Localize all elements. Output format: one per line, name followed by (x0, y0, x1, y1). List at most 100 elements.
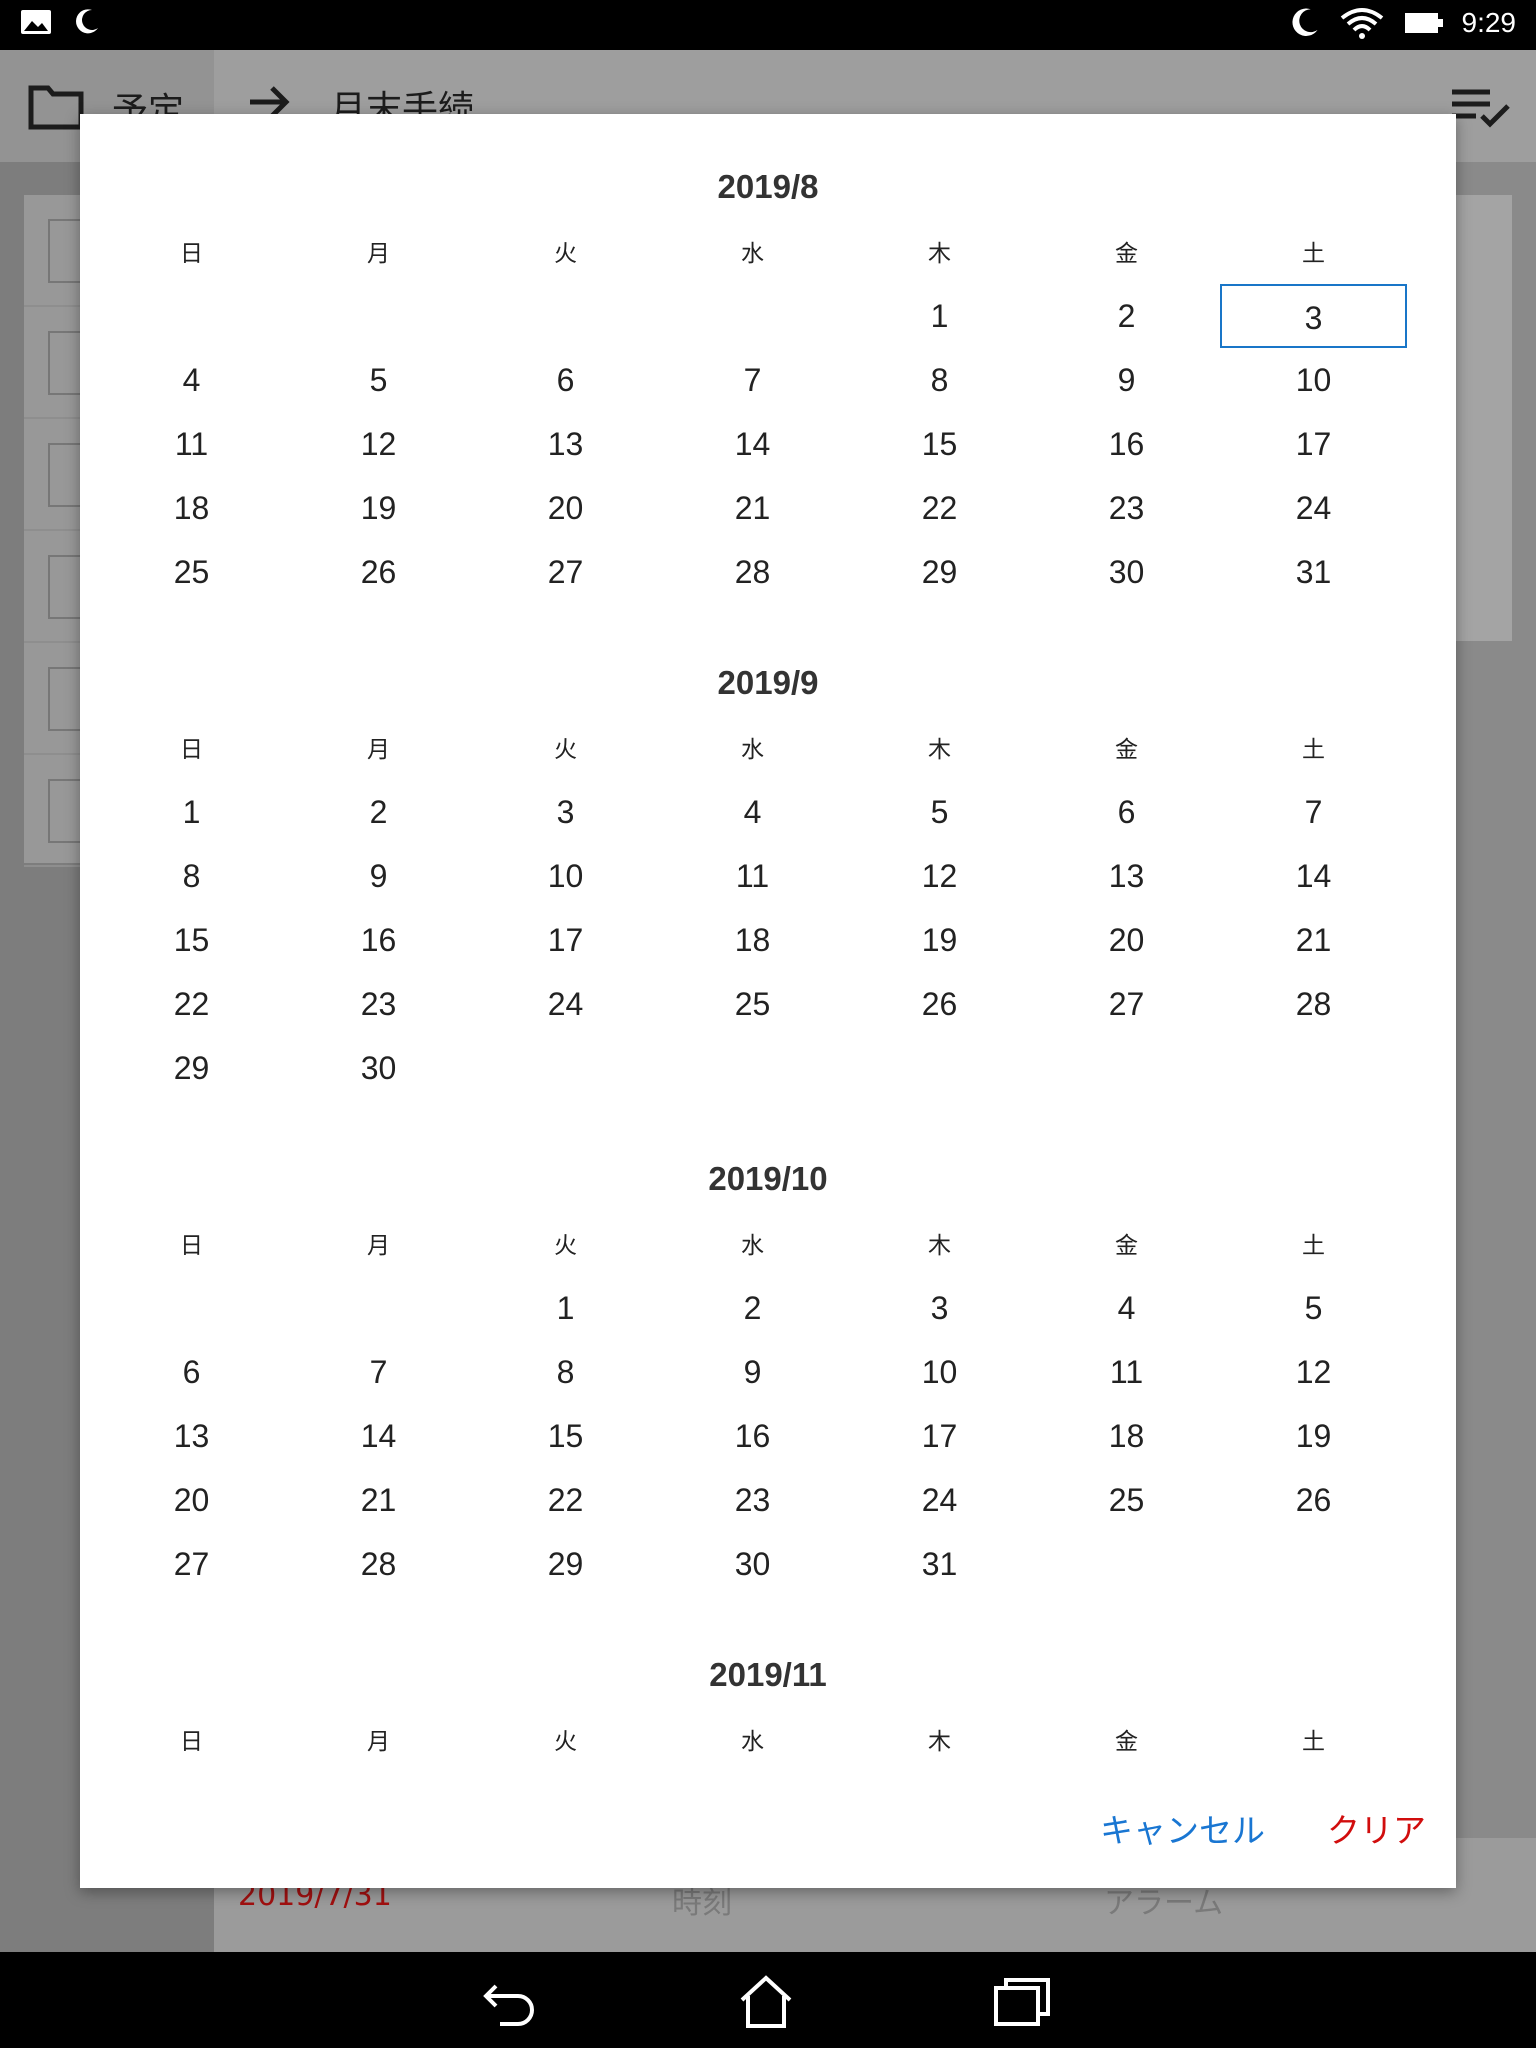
day-cell[interactable]: 28 (659, 540, 846, 604)
day-cell[interactable]: 21 (659, 476, 846, 540)
day-cell[interactable]: 25 (1033, 1468, 1220, 1532)
day-cell[interactable]: 1 (846, 284, 1033, 348)
day-cell[interactable]: 11 (98, 412, 285, 476)
day-cell[interactable]: 27 (1033, 972, 1220, 1036)
day-cell[interactable]: 18 (659, 908, 846, 972)
day-cell[interactable]: 30 (659, 1532, 846, 1596)
day-cell[interactable]: 11 (659, 844, 846, 908)
day-cell[interactable]: 6 (472, 348, 659, 412)
day-cell[interactable]: 26 (1220, 1468, 1407, 1532)
day-cell[interactable]: 9 (659, 1340, 846, 1404)
day-cell[interactable]: 19 (1220, 1404, 1407, 1468)
day-cell[interactable]: 9 (1033, 348, 1220, 412)
day-cell[interactable]: 27 (472, 540, 659, 604)
day-cell[interactable]: 4 (659, 780, 846, 844)
day-cell[interactable]: 1 (98, 780, 285, 844)
day-cell[interactable]: 10 (1220, 348, 1407, 412)
day-cell[interactable]: 13 (98, 1404, 285, 1468)
day-cell[interactable]: 4 (1033, 1276, 1220, 1340)
day-cell[interactable]: 25 (98, 540, 285, 604)
day-cell[interactable]: 23 (659, 1468, 846, 1532)
day-cell[interactable]: 15 (472, 1404, 659, 1468)
day-cell[interactable]: 12 (285, 412, 472, 476)
day-cell[interactable]: 14 (1220, 844, 1407, 908)
weekday-label: 火 (554, 1233, 577, 1259)
day-cell[interactable]: 13 (1033, 844, 1220, 908)
day-cell[interactable]: 23 (1033, 476, 1220, 540)
day-cell[interactable]: 17 (472, 908, 659, 972)
day-cell[interactable]: 10 (846, 1340, 1033, 1404)
day-cell[interactable]: 5 (285, 348, 472, 412)
day-cell[interactable]: 7 (285, 1340, 472, 1404)
day-cell[interactable]: 25 (659, 972, 846, 1036)
day-cell[interactable]: 7 (659, 348, 846, 412)
day-cell[interactable]: 26 (285, 540, 472, 604)
day-cell[interactable]: 20 (1033, 908, 1220, 972)
day-cell[interactable]: 24 (1220, 476, 1407, 540)
day-cell[interactable]: 29 (846, 540, 1033, 604)
day-cell[interactable]: 14 (659, 412, 846, 476)
day-cell[interactable]: 8 (98, 844, 285, 908)
day-cell[interactable]: 6 (1033, 780, 1220, 844)
day-cell[interactable]: 13 (472, 412, 659, 476)
day-cell[interactable]: 6 (98, 1340, 285, 1404)
back-icon[interactable] (480, 1972, 540, 2032)
day-cell[interactable]: 29 (98, 1036, 285, 1100)
day-cell[interactable]: 8 (846, 348, 1033, 412)
recents-icon[interactable] (992, 1972, 1052, 2032)
day-cell[interactable]: 18 (1033, 1404, 1220, 1468)
day-cell-selected[interactable]: 3 (1220, 284, 1407, 348)
day-cell[interactable]: 28 (285, 1532, 472, 1596)
day-cell[interactable]: 29 (472, 1532, 659, 1596)
day-cell[interactable]: 1 (472, 1276, 659, 1340)
clear-button[interactable]: クリア (1327, 1804, 1426, 1852)
day-cell[interactable]: 21 (285, 1468, 472, 1532)
day-cell[interactable]: 12 (846, 844, 1033, 908)
home-icon[interactable] (736, 1972, 796, 2032)
day-cell[interactable]: 11 (1033, 1340, 1220, 1404)
day-cell[interactable]: 19 (285, 476, 472, 540)
day-cell[interactable]: 24 (472, 972, 659, 1036)
day-cell[interactable]: 14 (285, 1404, 472, 1468)
day-cell[interactable]: 22 (846, 476, 1033, 540)
day-cell[interactable]: 8 (472, 1340, 659, 1404)
day-cell[interactable]: 9 (285, 844, 472, 908)
day-cell[interactable]: 31 (1220, 540, 1407, 604)
day-cell[interactable]: 15 (98, 908, 285, 972)
day-cell[interactable]: 2 (285, 780, 472, 844)
day-cell[interactable]: 30 (285, 1036, 472, 1100)
day-cell[interactable]: 5 (846, 780, 1033, 844)
day-cell[interactable]: 10 (472, 844, 659, 908)
day-cell[interactable]: 3 (472, 780, 659, 844)
day-cell[interactable]: 16 (1033, 412, 1220, 476)
day-cell[interactable]: 16 (285, 908, 472, 972)
day-cell[interactable]: 22 (472, 1468, 659, 1532)
day-cell[interactable]: 22 (98, 972, 285, 1036)
day-cell[interactable]: 18 (98, 476, 285, 540)
day-cell[interactable]: 30 (1033, 540, 1220, 604)
day-cell[interactable]: 12 (1220, 1340, 1407, 1404)
day-cell[interactable]: 3 (846, 1276, 1033, 1340)
day-cell[interactable]: 31 (846, 1532, 1033, 1596)
day-cell[interactable]: 2 (1033, 284, 1220, 348)
day-cell[interactable]: 16 (659, 1404, 846, 1468)
day-cell[interactable]: 17 (846, 1404, 1033, 1468)
month-title: 2019/10 (708, 1160, 828, 1197)
day-cell[interactable]: 15 (846, 412, 1033, 476)
day-cell[interactable]: 27 (98, 1532, 285, 1596)
day-cell[interactable]: 20 (472, 476, 659, 540)
clock-time: 9:29 (1461, 7, 1517, 38)
day-cell[interactable]: 4 (98, 348, 285, 412)
day-cell[interactable]: 7 (1220, 780, 1407, 844)
day-cell[interactable]: 23 (285, 972, 472, 1036)
day-cell[interactable]: 2 (659, 1276, 846, 1340)
cancel-button[interactable]: キャンセル (1100, 1804, 1265, 1852)
day-cell[interactable]: 19 (846, 908, 1033, 972)
day-cell[interactable]: 5 (1220, 1276, 1407, 1340)
day-cell[interactable]: 24 (846, 1468, 1033, 1532)
day-cell[interactable]: 17 (1220, 412, 1407, 476)
day-cell[interactable]: 28 (1220, 972, 1407, 1036)
day-cell[interactable]: 21 (1220, 908, 1407, 972)
day-cell[interactable]: 20 (98, 1468, 285, 1532)
day-cell[interactable]: 26 (846, 972, 1033, 1036)
